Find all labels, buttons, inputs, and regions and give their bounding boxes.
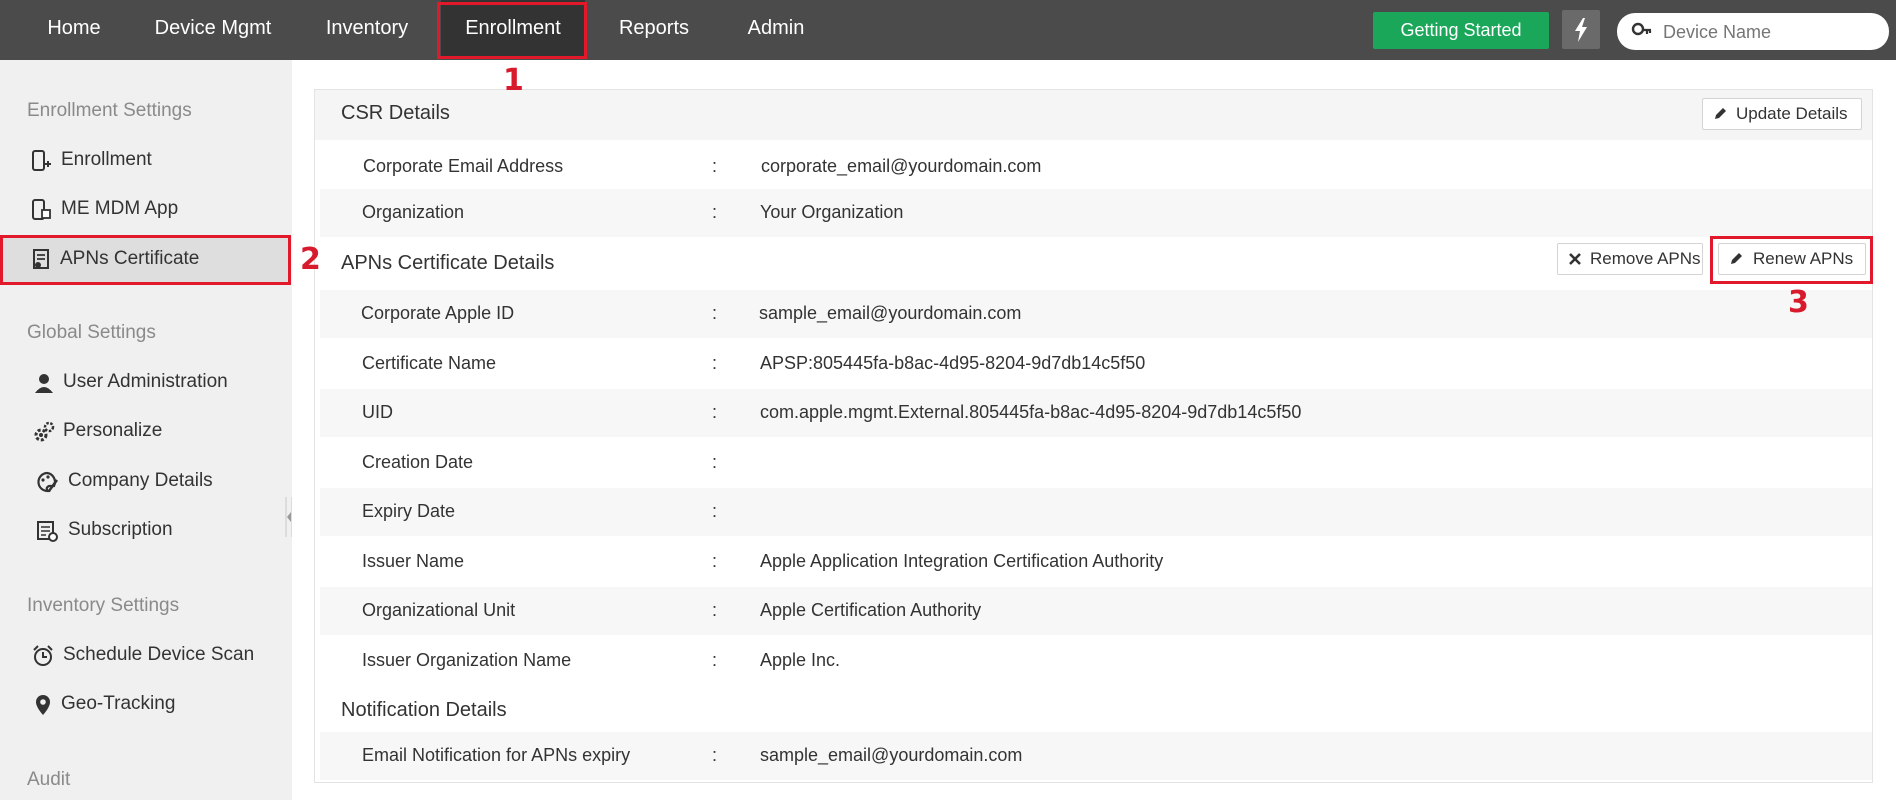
sidebar-item-company-details[interactable]: Company Details [0,458,290,506]
field-colon: : [712,452,718,472]
step-highlight-apns-certificate [0,235,291,285]
field-colon: : [712,156,718,176]
field-label: Certificate Name [362,353,497,373]
remove-apns-label: Remove APNs [1590,249,1701,268]
step-highlight-renew-apns [1710,236,1873,284]
apns-section-title: APNs Certificate Details [341,252,555,274]
quick-actions-button[interactable] [1562,10,1600,49]
field-label: UID [362,402,393,422]
csr-row-email: Corporate Email Address : corporate_emai… [320,143,1872,191]
apns-row-uid: UID : com.apple.mgmt.External.805445fa-b… [320,389,1872,437]
apns-row-certificate-name: Certificate Name : APSP:805445fa-b8ac-4d… [320,340,1872,388]
field-colon: : [712,202,718,222]
gears-icon [34,421,55,442]
field-colon: : [712,501,718,521]
csr-section-title: CSR Details [341,102,450,124]
sidebar-item-subscription[interactable]: Subscription [0,507,290,555]
nav-admin[interactable]: Admin [738,0,814,56]
search-key-icon [1631,22,1652,36]
field-colon: : [712,551,718,571]
field-label: Expiry Date [362,501,456,521]
sidebar-item-me-mdm-app[interactable]: ME MDM App [0,186,290,234]
apns-row-apple-id: Corporate Apple ID : sample_email@yourdo… [320,290,1872,338]
field-value: sample_email@yourdomain.com [760,745,1023,765]
remove-apns-button[interactable]: Remove APNs [1557,243,1703,275]
field-value: Your Organization [760,202,904,222]
sidebar-item-label: ME MDM App [61,198,179,219]
sidebar-item-label: Enrollment [61,149,152,170]
lightning-icon [1575,18,1587,42]
sidebar-heading-audit: Audit [27,769,71,790]
apns-row-expiry-date: Expiry Date : [320,488,1872,536]
subscription-icon [37,521,58,542]
field-label: Organization [362,202,465,222]
close-icon [1569,253,1581,265]
mobile-add-icon [32,150,51,171]
notification-row-email: Email Notification for APNs expiry : sam… [320,732,1872,780]
field-value: Apple Application Integration Certificat… [760,551,1164,571]
sidebar-item-label: Personalize [63,420,163,441]
field-value: Apple Certification Authority [760,600,982,620]
sidebar-item-label: User Administration [63,371,228,392]
mobile-app-icon [32,199,51,220]
update-details-label: Update Details [1736,104,1848,123]
sidebar-heading-inventory-settings: Inventory Settings [27,595,180,616]
csr-row-organization: Organization : Your Organization [320,189,1872,237]
field-value: sample_email@yourdomain.com [759,303,1022,323]
sidebar-item-geo-tracking[interactable]: Geo-Tracking [0,681,290,729]
field-colon: : [712,650,718,670]
apns-row-issuer-name: Issuer Name : Apple Application Integrat… [320,538,1872,586]
device-search-input[interactable] [1663,19,1873,45]
getting-started-button[interactable]: Getting Started [1373,12,1549,49]
field-colon: : [712,303,718,323]
apns-row-issuer-organization: Issuer Organization Name : Apple Inc. [320,637,1872,685]
nav-device-mgmt[interactable]: Device Mgmt [146,0,280,56]
field-label: Corporate Email Address [363,156,564,176]
sidebar-item-label: Company Details [68,470,213,491]
user-icon [35,374,53,393]
field-label: Creation Date [362,452,474,472]
nav-home[interactable]: Home [32,0,116,56]
sidebar-item-personalize[interactable]: Personalize [0,408,290,456]
palette-icon [37,471,58,493]
device-search-box[interactable] [1617,13,1889,50]
sidebar-item-label: Schedule Device Scan [63,644,255,665]
top-navigation-bar: Home Device Mgmt Inventory Enrollment Re… [0,0,1896,60]
sidebar-heading-global-settings: Global Settings [27,322,156,343]
step-highlight-enrollment [437,2,587,59]
sidebar-heading-enrollment-settings: Enrollment Settings [27,100,192,121]
step-marker-3: 3 [1788,285,1809,320]
field-label: Issuer Organization Name [362,650,572,670]
sidebar-item-user-administration[interactable]: User Administration [0,359,290,407]
nav-inventory[interactable]: Inventory [312,0,422,56]
nav-reports[interactable]: Reports [610,0,698,56]
alarm-clock-icon [33,645,53,666]
field-colon: : [712,600,718,620]
pencil-icon [1715,108,1726,119]
sidebar-item-schedule-device-scan[interactable]: Schedule Device Scan [0,632,290,680]
field-label: Corporate Apple ID [361,303,515,323]
field-label: Organizational Unit [362,600,516,620]
field-value: APSP:805445fa-b8ac-4d95-8204-9d7db14c5f5… [760,353,1146,373]
field-colon: : [712,745,718,765]
field-value: Apple Inc. [760,650,841,670]
notification-section-title: Notification Details [341,699,507,721]
field-label: Issuer Name [362,551,465,571]
field-label: Email Notification for APNs expiry [362,745,631,765]
apns-row-creation-date: Creation Date : [320,439,1872,487]
map-pin-icon [36,695,50,715]
apns-row-organizational-unit: Organizational Unit : Apple Certificatio… [320,587,1872,635]
sidebar-item-enrollment[interactable]: Enrollment [0,137,290,185]
update-details-button[interactable]: Update Details [1702,98,1862,130]
sidebar-item-label: Geo-Tracking [61,693,176,714]
field-value: corporate_email@yourdomain.com [761,156,1042,176]
sidebar-item-label: Subscription [68,519,173,540]
step-marker-1: 1 [503,63,524,98]
field-colon: : [712,402,718,422]
field-colon: : [712,353,718,373]
field-value: com.apple.mgmt.External.805445fa-b8ac-4d… [760,402,1302,422]
csr-section-header [315,90,1872,140]
step-marker-2: 2 [300,242,321,277]
